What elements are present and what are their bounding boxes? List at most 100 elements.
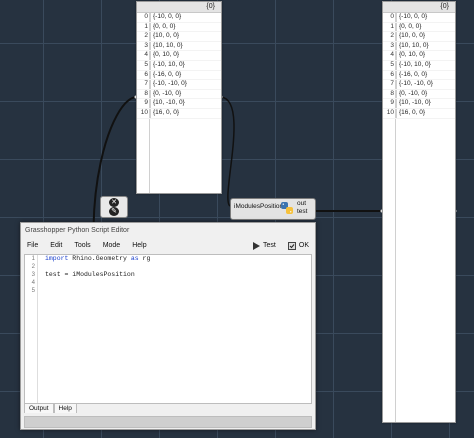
row-value: {0, 10, 0} — [396, 51, 425, 60]
menu-help[interactable]: Help — [126, 239, 152, 253]
test-button-label: Test — [263, 242, 276, 249]
row-value: {16, 0, 0} — [396, 108, 425, 118]
line-gutter: 1 2 3 4 5 — [25, 255, 38, 403]
panel-row: 6 {-16, 0, 0} — [383, 70, 455, 81]
row-value: {0, 0, 0} — [396, 22, 421, 32]
row-index: 8 — [390, 89, 394, 97]
panel-right-header: {0} — [383, 2, 455, 13]
ok-icon — [287, 242, 296, 250]
row-value: {0, 0, 0} — [150, 22, 175, 32]
output-area[interactable] — [24, 416, 312, 428]
play-icon — [253, 242, 261, 250]
edit-icon[interactable]: ✎ — [109, 207, 119, 216]
output-test[interactable]: test — [297, 208, 307, 216]
row-value: {-16, 0, 0} — [396, 70, 427, 80]
row-value: {-10, 10, 0} — [150, 60, 185, 70]
wire-to-component — [220, 96, 235, 207]
editor-title: Grasshopper Python Script Editor — [25, 227, 130, 234]
row-index: 8 — [144, 89, 148, 97]
row-index: 9 — [144, 99, 148, 107]
row-value: {16, 0, 0} — [150, 108, 179, 118]
row-index: 3 — [144, 41, 148, 49]
tab-output[interactable]: Output — [24, 403, 54, 413]
code-lines: import Rhino.Geometry as rg test = iModu… — [45, 255, 311, 295]
row-index: 4 — [390, 51, 394, 59]
row-index: 1 — [144, 22, 148, 30]
panel-row: 1 {0, 0, 0} — [383, 22, 455, 33]
component-widget[interactable]: ✕ ✎ — [100, 196, 128, 218]
test-button[interactable]: Test — [252, 239, 276, 253]
menu-file[interactable]: File — [21, 239, 44, 253]
panel-row: 5 {-10, 10, 0} — [137, 60, 221, 71]
ok-button[interactable]: OK — [287, 239, 309, 253]
row-index: 5 — [390, 60, 394, 68]
row-value: {-10, 0, 0} — [396, 13, 427, 22]
row-index: 3 — [390, 41, 394, 49]
panel-left-rows: 0 {-10, 0, 0} 1 {0, 0, 0} 2 {10, 0, 0} 3 {10, 1… — [137, 13, 221, 119]
code-line: import Rhino.Geometry as rg — [45, 255, 151, 262]
panel-row: 0 {-10, 0, 0} — [383, 13, 455, 23]
row-index: 7 — [390, 80, 394, 88]
line-number: 5 — [31, 288, 35, 294]
output-out[interactable]: out — [297, 200, 307, 208]
row-value: {0, 10, 0} — [150, 51, 179, 60]
menu-edit[interactable]: Edit — [44, 239, 68, 253]
editor-tabs: Output Help — [24, 403, 77, 413]
code-editor[interactable]: 1 2 3 4 5 import Rhino.Geometry as rg te… — [24, 254, 312, 404]
code-line: test = iModulesPosition — [45, 271, 135, 278]
row-index: 9 — [390, 99, 394, 107]
script-editor-window[interactable]: Grasshopper Python Script Editor File Ed… — [20, 222, 316, 430]
row-value: {10, 0, 0} — [150, 32, 179, 41]
row-value: {-16, 0, 0} — [150, 70, 181, 80]
line-number: 3 — [31, 272, 35, 278]
row-value: {10, -10, 0} — [150, 99, 185, 108]
row-index: 6 — [144, 70, 148, 78]
panel-row: 6 {-16, 0, 0} — [137, 70, 221, 81]
panel-right-rows: 0 {-10, 0, 0} 1 {0, 0, 0} 2 {10, 0, 0} 3 {10, 1… — [383, 13, 455, 119]
row-index: 4 — [144, 51, 148, 59]
row-value: {-10, -10, 0} — [396, 80, 433, 89]
row-value: {10, 0, 0} — [396, 32, 425, 41]
panel-row: 9 {10, -10, 0} — [137, 99, 221, 109]
row-value: {-10, 0, 0} — [150, 13, 181, 22]
panel-row: 2 {10, 0, 0} — [383, 32, 455, 42]
row-value: {-10, -10, 0} — [150, 80, 187, 89]
row-index: 2 — [390, 32, 394, 40]
panel-row: 8 {0, -10, 0} — [137, 89, 221, 100]
panel-row: 10 {16, 0, 0} — [137, 108, 221, 119]
tab-help[interactable]: Help — [53, 403, 77, 413]
panel-row: 8 {0, -10, 0} — [383, 89, 455, 100]
row-index: 0 — [390, 13, 394, 20]
panel-row: 7 {-10, -10, 0} — [383, 80, 455, 90]
row-index: 10 — [386, 108, 394, 116]
close-icon[interactable]: ✕ — [109, 198, 119, 207]
component-name: iModulesPosition — [234, 203, 284, 210]
panel-row: 4 {0, 10, 0} — [137, 51, 221, 61]
panel-row: 7 {-10, -10, 0} — [137, 80, 221, 90]
row-index: 5 — [144, 60, 148, 68]
row-index: 6 — [390, 70, 394, 78]
row-index: 1 — [390, 22, 394, 30]
menu-tools[interactable]: Tools — [68, 239, 96, 253]
menu-mode[interactable]: Mode — [97, 239, 127, 253]
row-value: {10, 10, 0} — [396, 41, 429, 51]
panel-right[interactable]: {0} 0 {-10, 0, 0} 1 {0, 0, 0} 2 {10, 0, 0} 3 {1… — [382, 1, 456, 423]
panel-row: 3 {10, 10, 0} — [383, 41, 455, 52]
panel-row: 5 {-10, 10, 0} — [383, 60, 455, 71]
panel-row: 4 {0, 10, 0} — [383, 51, 455, 61]
row-index: 10 — [140, 108, 148, 116]
row-value: {0, -10, 0} — [396, 89, 427, 99]
panel-row: 0 {-10, 0, 0} — [137, 13, 221, 23]
panel-row: 1 {0, 0, 0} — [137, 22, 221, 33]
line-number: 1 — [31, 256, 35, 262]
line-number: 4 — [31, 280, 35, 286]
line-number: 2 — [31, 264, 35, 270]
ok-button-label: OK — [298, 242, 309, 249]
python-component[interactable]: iModulesPosition out test — [230, 198, 316, 220]
panel-left[interactable]: {0} 0 {-10, 0, 0} 1 {0, 0, 0} 2 {10, 0, 0} 3 {1… — [136, 1, 222, 194]
row-value: {10, -10, 0} — [396, 99, 431, 108]
row-value: {10, 10, 0} — [150, 41, 183, 51]
component-outputs: out test — [297, 200, 307, 216]
